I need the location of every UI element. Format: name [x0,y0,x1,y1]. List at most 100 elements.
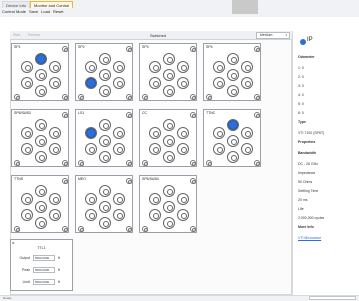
switch-card[interactable]: CC [139,109,197,167]
rf-port-icon[interactable] [149,77,162,89]
rf-port-icon[interactable] [112,61,125,73]
rf-port-icon[interactable] [163,53,175,65]
refresh-button[interactable]: Refresh [28,33,40,38]
mount-screw-icon [254,46,260,52]
rf-port-icon[interactable] [112,209,125,221]
rf-port-icon[interactable] [48,127,61,139]
rf-port-icon[interactable] [112,143,125,155]
rf-port-icon[interactable] [35,217,47,229]
rf-port-icon[interactable] [48,77,61,89]
rf-port-icon[interactable] [21,143,34,155]
switch-card[interactable]: SP4 [203,43,261,101]
detail-line: 20 ms [298,198,308,202]
rf-port-icon[interactable] [48,61,61,73]
rf-port-icon[interactable] [176,209,189,221]
rf-port-icon[interactable] [149,61,162,73]
rf-port-icon[interactable] [240,61,253,73]
rf-port-icon[interactable] [240,77,253,89]
switch-card[interactable]: SP6/SUB3 [11,109,69,167]
switch-card[interactable]: LS1 [75,109,133,167]
rf-port-icon[interactable] [35,185,47,197]
switch-card[interactable]: TTNC [203,109,261,167]
rf-port-icon[interactable] [85,209,98,221]
limit-field[interactable]: 5000.0000 [33,279,55,285]
rf-port-icon[interactable] [149,193,162,205]
rf-port-icon[interactable] [149,143,162,155]
rf-port-icon[interactable] [85,61,98,73]
rf-port-icon[interactable] [227,151,239,163]
detail-line: 2,000,000 cycles [298,216,325,220]
start-button[interactable]: Start [13,33,20,38]
rf-port-icon[interactable] [21,127,34,139]
rf-port-icon[interactable] [227,85,239,97]
menu-load[interactable]: Load [41,9,50,15]
speed-select[interactable]: Medium ▾ [256,32,290,39]
panel-title: TTL1 [37,246,46,250]
rf-port-icon[interactable] [112,127,125,139]
menu-reset[interactable]: Reset [53,9,63,15]
rf-port-icon[interactable] [149,127,162,139]
rf-port-icon[interactable] [240,143,253,155]
rf-port-icon[interactable] [48,193,61,205]
rf-port-icon[interactable] [21,77,34,89]
rf-port-icon[interactable] [176,143,189,155]
tab-device-info[interactable]: Device Info [2,1,31,8]
rf-port-icon[interactable] [213,127,226,139]
common-port-icon [99,69,111,81]
rf-port-icon[interactable] [240,127,253,139]
rf-port-icon[interactable] [213,143,226,155]
rf-port-icon[interactable] [21,61,34,73]
rf-port-icon[interactable] [48,143,61,155]
rf-port-icon[interactable] [227,53,239,65]
close-icon[interactable]: ⊗ [12,241,15,245]
rf-port-icon[interactable] [35,119,47,131]
menu-save[interactable]: Save [29,9,38,15]
peak-label: Peak [22,268,30,272]
rf-port-icon[interactable] [176,127,189,139]
rf-port-icon[interactable] [99,217,111,229]
switch-card[interactable]: MEO [75,175,133,233]
rf-port-icon[interactable] [112,77,125,89]
rf-port-icon[interactable] [213,61,226,73]
rf-port-icon[interactable] [21,209,34,221]
rf-port-icon[interactable] [99,119,111,131]
switch-card[interactable]: SP3 [139,43,197,101]
mount-screw-icon [142,160,148,166]
mount-screw-icon [14,94,20,100]
rf-port-icon[interactable] [85,193,98,205]
rf-port-icon[interactable] [48,209,61,221]
rf-port-icon[interactable] [163,151,175,163]
rf-port-icon[interactable] [35,85,47,97]
rf-port-icon[interactable] [163,185,175,197]
mount-screw-icon [190,160,196,166]
rf-port-icon[interactable] [176,193,189,205]
peak-field[interactable]: 5000.0000 [33,267,55,273]
rf-port-icon[interactable] [163,85,175,97]
switch-name: SP6/SUB4 [142,177,159,181]
common-port-icon [35,69,47,81]
limit-label: Limit [22,280,30,284]
rf-port-icon[interactable] [163,119,175,131]
mount-screw-icon [78,160,84,166]
vendor-link[interactable]: VTI Microwave [298,236,321,240]
switch-card[interactable]: SP6/SUB4 [139,175,197,233]
switch-card[interactable]: SP2 [75,43,133,101]
rf-port-icon[interactable] [85,143,98,155]
rf-port-icon[interactable] [176,61,189,73]
rf-port-icon[interactable] [149,209,162,221]
switch-card[interactable]: TTNS [11,175,69,233]
tab-monitor-control[interactable]: Monitor and Control [30,1,74,8]
rf-port-icon[interactable] [21,193,34,205]
rf-port-icon[interactable] [99,185,111,197]
rf-port-icon[interactable] [99,53,111,65]
menu-control-mode[interactable]: Control Mode [2,9,26,15]
rf-port-icon[interactable] [163,217,175,229]
rf-port-icon[interactable] [176,77,189,89]
rf-port-icon[interactable] [99,151,111,163]
rf-port-icon[interactable] [213,77,226,89]
rf-port-icon[interactable] [35,151,47,163]
rf-port-icon[interactable] [112,193,125,205]
rf-port-icon[interactable] [99,85,111,97]
output-field[interactable]: 5000.0000 [33,255,55,261]
switch-card[interactable]: SP1 [11,43,69,101]
